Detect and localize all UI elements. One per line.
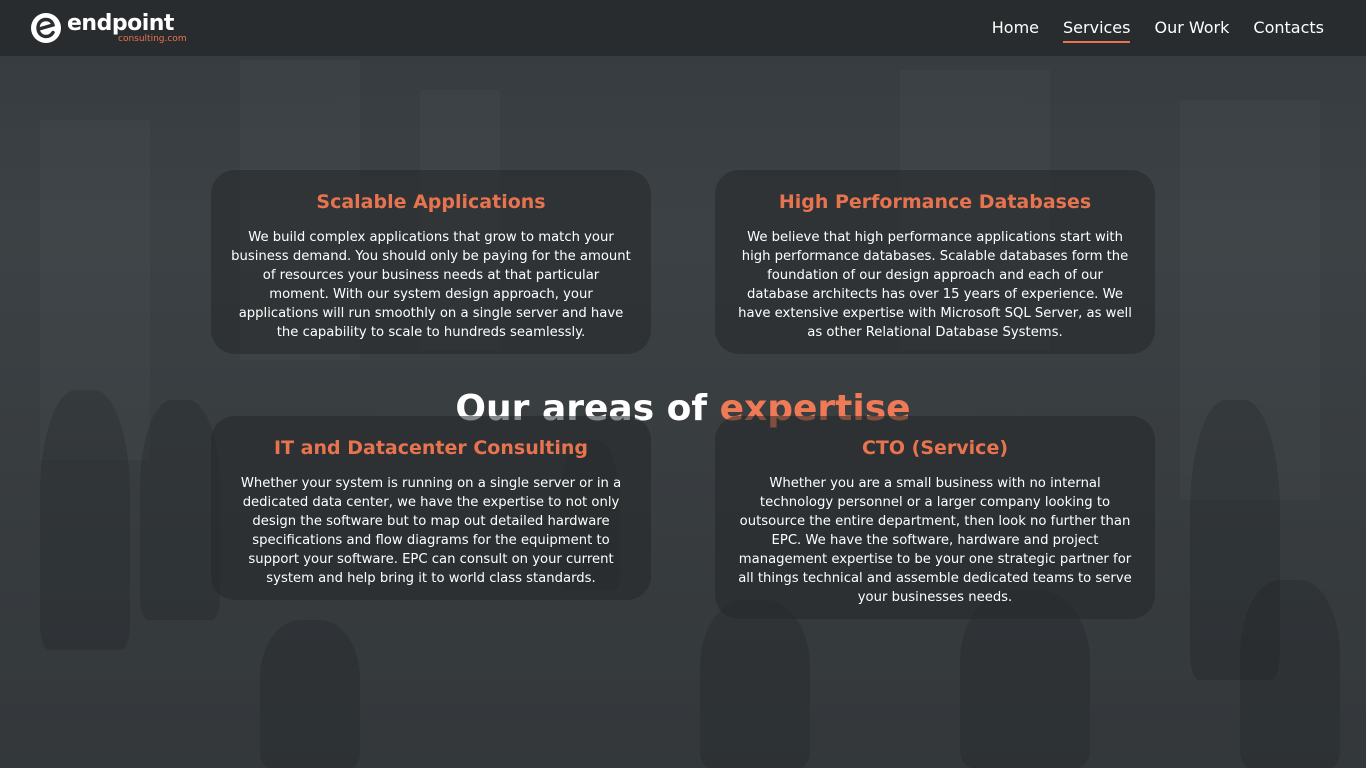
nav-services-link[interactable]: Services <box>1063 18 1131 43</box>
services-page: endpoint consulting.com Home Services Ou… <box>0 0 1366 768</box>
nav-home-link[interactable]: Home <box>992 18 1039 39</box>
expertise-card-high-performance-databases: High Performance Databases We believe th… <box>715 170 1155 354</box>
card-text: Whether your system is running on a sing… <box>240 476 622 586</box>
logo-domain: consulting.com <box>118 34 187 44</box>
section-heading: Our areas of expertise <box>0 384 1366 434</box>
card-title: CTO (Service) <box>861 437 1009 459</box>
nav-our-work-link[interactable]: Our Work <box>1154 18 1229 39</box>
card-text: Whether you are a small business with no… <box>738 476 1132 605</box>
brand-logo[interactable]: endpoint consulting.com <box>30 11 200 47</box>
nav-contacts-link[interactable]: Contacts <box>1253 18 1324 39</box>
logo-e-icon <box>31 13 61 43</box>
main-nav: Home Services Our Work Contacts <box>992 0 1324 56</box>
card-text: We believe that high performance applica… <box>738 230 1132 340</box>
card-text: We build complex applications that grow … <box>231 230 631 340</box>
card-title: High Performance Databases <box>778 191 1092 213</box>
expertise-card-scalable-applications: Scalable Applications We build complex a… <box>211 170 651 354</box>
card-title: IT and Datacenter Consulting <box>274 437 588 459</box>
top-navbar: endpoint consulting.com Home Services Ou… <box>0 0 1366 56</box>
expertise-card-cto-service: CTO (Service) Whether you are a small bu… <box>715 416 1155 619</box>
card-title: Scalable Applications <box>316 191 546 213</box>
expertise-card-it-datacenter-consulting: IT and Datacenter Consulting Whether you… <box>211 416 651 600</box>
